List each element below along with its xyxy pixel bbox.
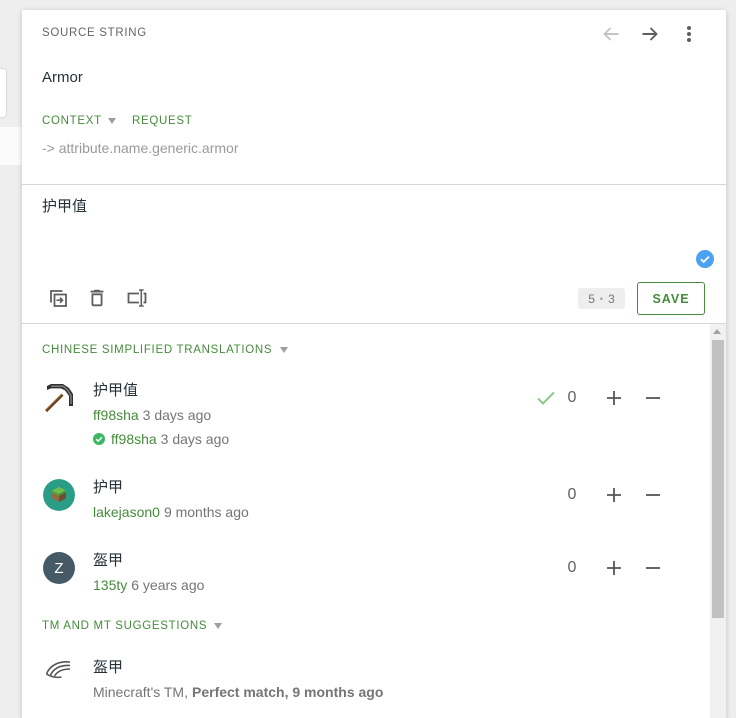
plus-icon [607,561,621,575]
character-counter: 5 • 3 [578,288,625,309]
plus-icon [607,488,621,502]
suggestion-source: Minecraft's TM, [93,684,188,700]
previous-string-button[interactable] [601,24,621,44]
tab-request[interactable]: REQUEST [132,114,193,128]
more-vertical-icon [687,26,691,42]
approval-time: 3 days ago [160,431,230,447]
translation-item[interactable]: 护甲 lakejason0 9 months ago 0 [22,479,710,549]
tab-context[interactable]: CONTEXT [42,114,116,128]
source-string-label: SOURCE STRING [42,27,147,39]
approver-link[interactable]: ff98sha [111,431,157,447]
more-options-button[interactable] [679,24,699,44]
scrollbar-thumb[interactable] [712,340,724,618]
translation-author-link[interactable]: ff98sha [93,407,139,423]
left-panel-input-edge[interactable] [0,68,7,118]
vote-down-button[interactable] [645,487,661,503]
vote-up-button[interactable] [606,487,622,503]
save-button[interactable]: SAVE [637,282,705,315]
vote-down-button[interactable] [645,390,661,406]
vote-count: 0 [567,389,577,406]
avatar [43,479,75,511]
grass-block-image [43,479,75,511]
translation-meta: 135ty 6 years ago [93,576,204,594]
minus-icon [646,397,660,399]
translation-item[interactable]: Z 盔甲 135ty 6 years ago 0 [22,552,710,622]
next-string-button[interactable] [640,24,660,44]
caret-down-icon [107,118,116,124]
vote-up-button[interactable] [606,390,622,406]
vote-up-button[interactable] [606,560,622,576]
suggestions-heading[interactable]: TM AND MT SUGGESTIONS [42,619,223,633]
approve-button[interactable] [536,390,556,406]
suggestion-text: 盔甲 [93,659,124,676]
translation-text: 盔甲 [93,552,124,569]
copy-source-icon [50,290,67,307]
divider [22,184,726,185]
translation-text: 护甲 [93,479,124,496]
translation-item[interactable]: 护甲值 ff98sha 3 days ago ff98sha 3 days ago … [22,382,710,452]
avatar [43,382,75,414]
divider [22,323,726,324]
translations-heading-label: CHINESE SIMPLIFIED TRANSLATIONS [42,344,273,356]
source-length: 5 [588,291,595,306]
caret-down-icon [214,623,223,629]
translation-author-link[interactable]: lakejason0 [93,504,160,520]
arrow-left-icon [603,27,619,41]
approved-check-icon [93,433,105,445]
plus-icon [607,391,621,405]
delete-icon [90,289,104,307]
suggestion-meta: Minecraft's TM, Perfect match, 9 months a… [93,683,383,701]
clear-translation-button[interactable] [86,287,108,309]
text-cursor-tool-button[interactable] [126,287,148,309]
translation-time: 9 months ago [163,504,249,520]
vote-down-button[interactable] [645,560,661,576]
minus-icon [646,567,660,569]
suggestions-heading-label: TM AND MT SUGGESTIONS [42,620,208,632]
translation-meta: lakejason0 9 months ago [93,503,249,521]
pickaxe-image [45,384,73,412]
translation-length: 3 [608,291,615,306]
string-context: -> attribute.name.generic.armor [42,140,239,156]
translation-meta: ff98sha 3 days ago [93,406,211,424]
editor-panel: SOURCE STRING Armor CONTEXT REQUEST -> a… [22,10,726,718]
vote-count: 0 [567,486,577,503]
translation-time: 3 days ago [142,407,212,423]
translation-text: 护甲值 [93,382,139,399]
left-panel-list-row[interactable] [0,127,22,165]
counter-separator: • [599,293,604,304]
check-icon [537,391,555,405]
tab-context-label: CONTEXT [42,115,102,127]
translation-input[interactable]: 护甲值 [42,197,682,257]
translation-author-link[interactable]: 135ty [93,577,127,593]
text-cursor-box-icon [127,289,147,307]
translation-memory-icon [45,661,71,679]
minus-icon [646,494,660,496]
caret-down-icon [280,347,289,353]
translations-heading[interactable]: CHINESE SIMPLIFIED TRANSLATIONS [42,343,289,357]
copy-source-button[interactable] [47,287,69,309]
approval-meta: ff98sha 3 days ago [111,430,229,448]
arrow-right-icon [642,27,658,41]
check-circle-icon [696,250,714,268]
suggestion-match-detail: Perfect match, 9 months ago [192,684,384,700]
translation-time: 6 years ago [131,577,205,593]
vote-count: 0 [567,559,577,576]
scroll-up-arrow-icon[interactable] [713,329,721,334]
suggestion-item[interactable]: 盔甲 Minecraft's TM, Perfect match, 9 month… [22,658,710,708]
source-text: Armor [42,69,83,86]
avatar: Z [43,552,75,584]
